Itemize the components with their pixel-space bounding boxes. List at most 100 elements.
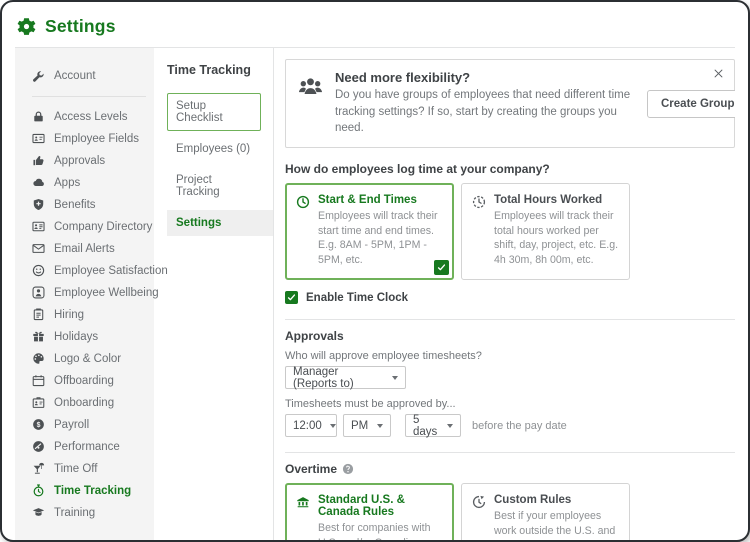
help-icon[interactable] xyxy=(342,463,354,475)
envelope-icon xyxy=(32,242,45,255)
sidebar-item[interactable]: Employee Fields xyxy=(32,128,146,150)
graduation-cap-icon xyxy=(32,506,45,519)
sidebar-item[interactable]: Performance xyxy=(32,436,146,458)
gear-icon xyxy=(17,17,36,36)
meridiem-select[interactable]: PM xyxy=(343,414,391,437)
sidebar-item[interactable]: Apps xyxy=(32,172,146,194)
deadline-suffix: before the pay date xyxy=(472,420,567,432)
clock-icon xyxy=(296,195,310,267)
overtime-option-card[interactable]: Custom Rules Best if your employees work… xyxy=(461,483,630,541)
sidebar-item[interactable]: Logo & Color xyxy=(32,348,146,370)
settings-sidebar: Account Access Levels Employee Fields Ap… xyxy=(15,48,154,541)
sidebar-item-label: Benefits xyxy=(54,199,96,211)
clipboard-icon xyxy=(32,308,45,321)
subnav-item-label: Setup Checklist xyxy=(176,100,223,124)
page-title: Settings xyxy=(45,16,116,37)
create-group-button[interactable]: Create Group xyxy=(647,90,735,118)
time-select[interactable]: 12:00 xyxy=(285,414,337,437)
wrench-icon xyxy=(32,70,45,83)
id-badge-icon xyxy=(32,396,45,409)
shield-plus-icon xyxy=(32,198,45,211)
settings-content: Need more flexibility? Do you have group… xyxy=(274,48,735,541)
checkbox-check-icon xyxy=(285,291,298,304)
overtime-heading: Overtime xyxy=(285,462,337,476)
sidebar-item[interactable]: Access Levels xyxy=(32,106,146,128)
sidebar-item[interactable]: Holidays xyxy=(32,326,146,348)
person-square-icon xyxy=(32,286,45,299)
smiley-icon xyxy=(32,264,45,277)
sidebar-item-label: Account xyxy=(54,70,96,82)
deadline-label: Timesheets must be approved by... xyxy=(285,398,735,410)
sidebar-item[interactable]: Training xyxy=(32,502,146,524)
chevron-down-icon xyxy=(447,424,453,428)
people-group-icon xyxy=(298,74,323,99)
option-title: Custom Rules xyxy=(494,494,620,506)
log-time-heading: How do employees log time at your compan… xyxy=(285,162,735,176)
option-title: Total Hours Worked xyxy=(494,194,620,206)
stopwatch-icon xyxy=(32,484,45,497)
subnav-item-label: Project Tracking xyxy=(176,174,220,198)
approver-value: Manager (Reports to) xyxy=(293,366,384,390)
approvals-heading: Approvals xyxy=(285,329,735,343)
sidebar-item[interactable]: Approvals xyxy=(32,150,146,172)
log-time-option-card[interactable]: Total Hours Worked Employees will track … xyxy=(461,183,630,280)
overtime-option-card[interactable]: Standard U.S. & Canada Rules Best for co… xyxy=(285,483,454,541)
close-icon[interactable] xyxy=(713,68,724,79)
sidebar-item-label: Offboarding xyxy=(54,375,114,387)
sidebar-item-label: Apps xyxy=(54,177,80,189)
chevron-down-icon xyxy=(330,424,336,428)
sidebar-item-label: Email Alerts xyxy=(54,243,115,255)
days-select[interactable]: 5 days xyxy=(405,414,461,437)
divider xyxy=(285,452,735,453)
option-description: Employees will track their total hours w… xyxy=(494,209,620,267)
subnav-title: Time Tracking xyxy=(167,63,273,77)
days-value: 5 days xyxy=(413,414,439,438)
sidebar-item[interactable]: Company Directory xyxy=(32,216,146,238)
sidebar-item[interactable]: Employee Wellbeing xyxy=(32,282,146,304)
subnav-item-label: Settings xyxy=(176,217,221,229)
sidebar-item-label: Time Tracking xyxy=(54,485,131,497)
dollar-circle-icon: $ xyxy=(32,418,45,431)
overtime-options: Standard U.S. & Canada Rules Best for co… xyxy=(285,483,735,541)
sidebar-item[interactable]: $ Payroll xyxy=(32,414,146,436)
sidebar-item[interactable]: Onboarding xyxy=(32,392,146,414)
banner-body: Do you have groups of employees that nee… xyxy=(335,87,635,137)
sidebar-item-label: Employee Wellbeing xyxy=(54,287,159,299)
subnav-item[interactable]: Settings xyxy=(167,210,273,236)
gauge-icon xyxy=(32,440,45,453)
option-title: Standard U.S. & Canada Rules xyxy=(318,494,444,518)
sidebar-item[interactable]: Time Off xyxy=(32,458,146,480)
cloud-icon xyxy=(32,176,45,189)
sidebar-item[interactable]: Hiring xyxy=(32,304,146,326)
sidebar-item[interactable]: Benefits xyxy=(32,194,146,216)
enable-time-clock-checkbox[interactable]: Enable Time Clock xyxy=(285,291,735,304)
sidebar-item[interactable]: Time Tracking xyxy=(32,480,146,502)
clock-dashed-icon xyxy=(472,195,486,267)
subnav-item[interactable]: Project Tracking xyxy=(167,167,261,205)
tropical-drink-icon xyxy=(32,462,45,475)
sidebar-item-label: Approvals xyxy=(54,155,105,167)
layout: Account Access Levels Employee Fields Ap… xyxy=(15,47,735,541)
approver-select[interactable]: Manager (Reports to) xyxy=(285,366,406,389)
calendar-icon xyxy=(32,374,45,387)
banner-title: Need more flexibility? xyxy=(335,70,635,85)
meridiem-value: PM xyxy=(351,420,368,432)
sidebar-item-label: Access Levels xyxy=(54,111,128,123)
thumbs-up-icon xyxy=(32,154,45,167)
sidebar-item[interactable]: Account xyxy=(32,65,146,97)
sidebar-item-label: Employee Fields xyxy=(54,133,139,145)
palette-icon xyxy=(32,352,45,365)
time-tracking-subnav: Time Tracking Setup Checklist Employees … xyxy=(154,48,274,541)
sidebar-item-label: Training xyxy=(54,507,95,519)
sidebar-item[interactable]: Offboarding xyxy=(32,370,146,392)
chevron-down-icon xyxy=(377,424,383,428)
subnav-item-label: Employees (0) xyxy=(176,143,250,155)
time-value: 12:00 xyxy=(293,420,322,432)
svg-text:$: $ xyxy=(37,422,41,429)
subnav-item[interactable]: Setup Checklist xyxy=(167,93,261,131)
subnav-item[interactable]: Employees (0) xyxy=(167,136,261,162)
sidebar-item[interactable]: Employee Satisfaction xyxy=(32,260,146,282)
sidebar-item[interactable]: Email Alerts xyxy=(32,238,146,260)
sidebar-item-label: Payroll xyxy=(54,419,89,431)
log-time-option-card[interactable]: Start & End Times Employees will track t… xyxy=(285,183,454,280)
